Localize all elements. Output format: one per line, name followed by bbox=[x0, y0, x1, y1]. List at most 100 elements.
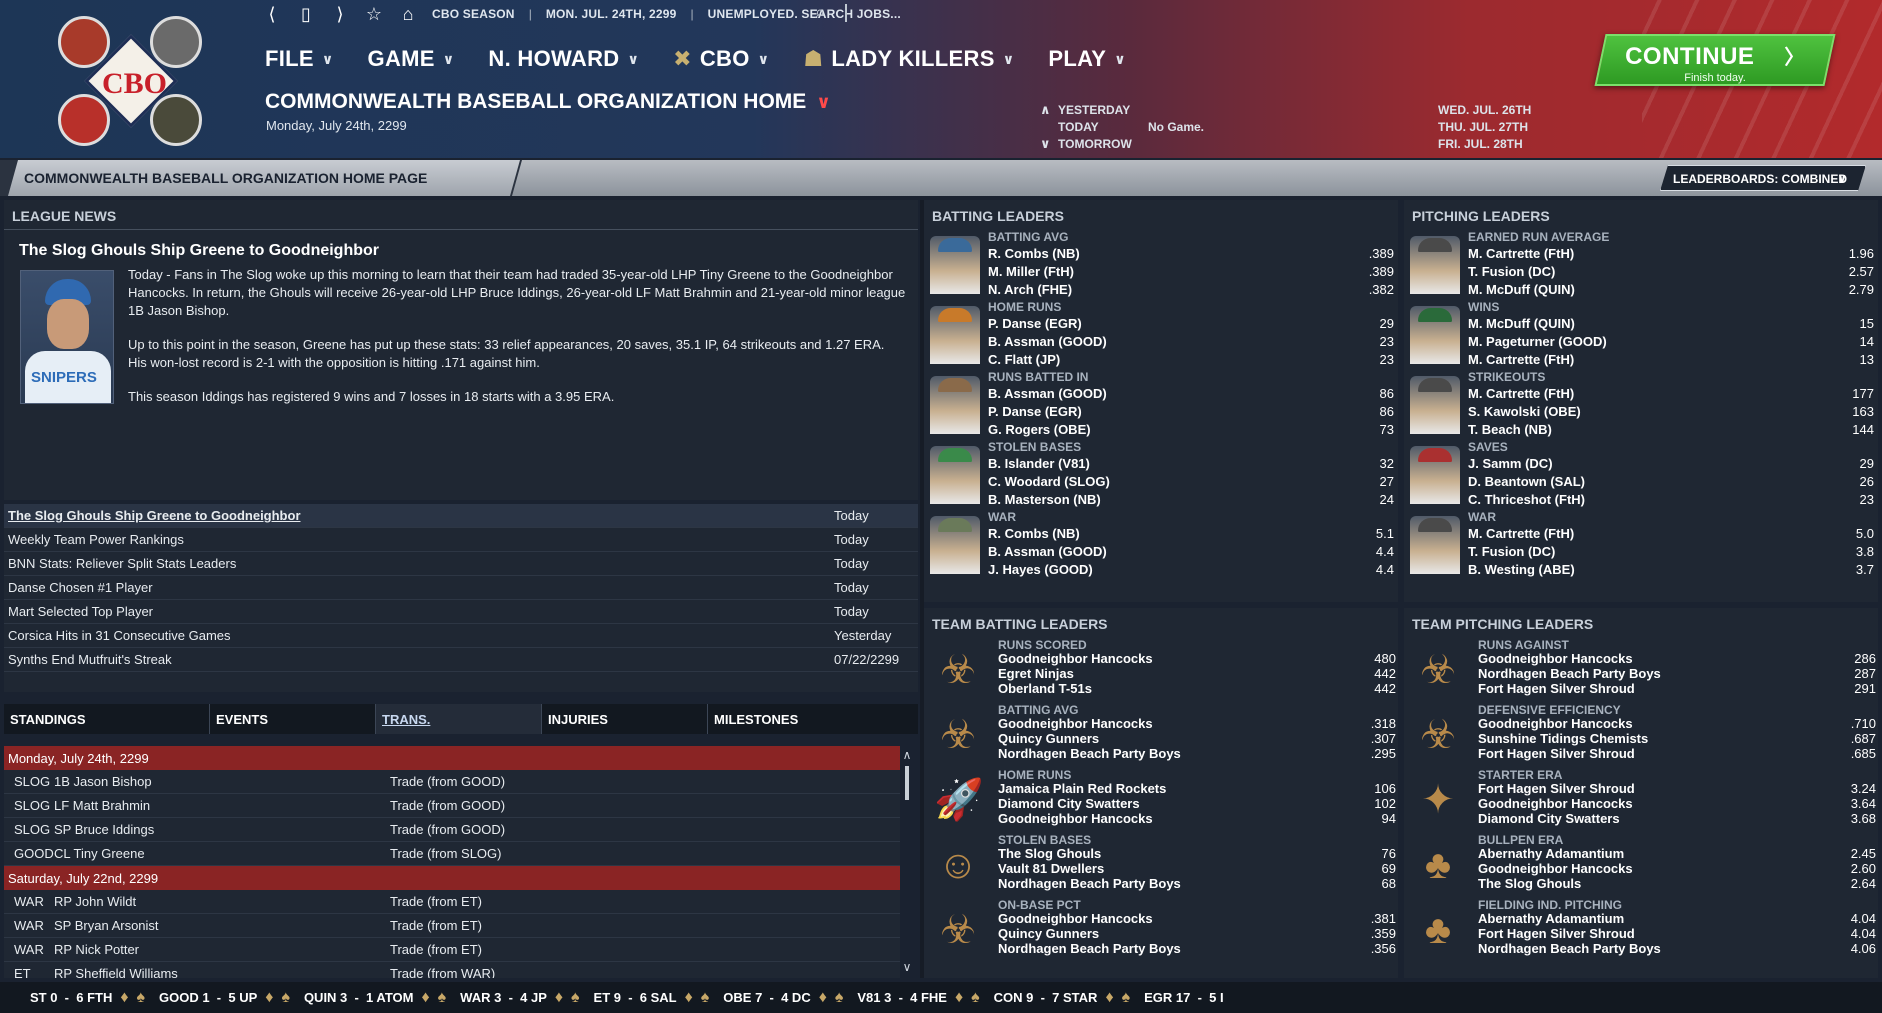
transaction-row[interactable]: SLOG 1B Jason Bishop Trade (from GOOD) bbox=[4, 770, 900, 794]
leader-row[interactable]: B. Islander (V81) 32 bbox=[988, 454, 1394, 472]
tab-transactions[interactable]: TRANS. bbox=[376, 704, 542, 734]
score-item[interactable]: EGR 17 - 5 I bbox=[1144, 990, 1223, 1005]
leader-row[interactable]: M. McDuff (QUIN) 2.79 bbox=[1468, 280, 1874, 298]
score-item[interactable]: OBE 7 - 4 DC ♦ ♠ bbox=[723, 989, 843, 1007]
leader-row[interactable]: B. Assman (GOOD) 23 bbox=[988, 332, 1394, 350]
team-leader-row[interactable]: Jamaica Plain Red Rockets 106 bbox=[998, 781, 1396, 796]
ghoul-icon[interactable]: ☣ bbox=[934, 640, 982, 700]
news-item[interactable]: Mart Selected Top Player Today bbox=[4, 600, 918, 624]
ghoul-icon[interactable]: ☣ bbox=[1414, 705, 1462, 765]
menu-league[interactable]: ✖ CBO ∨ bbox=[673, 46, 769, 72]
team-leader-row[interactable]: Nordhagen Beach Party Boys 68 bbox=[998, 876, 1396, 891]
tab-standings[interactable]: STANDINGS bbox=[4, 704, 210, 734]
leaderboards-dropdown[interactable]: LEADERBOARDS: COMBINED ∨ bbox=[1660, 165, 1866, 191]
leader-row[interactable]: D. Beantown (SAL) 26 bbox=[1468, 472, 1874, 490]
home-page-tab[interactable]: COMMONWEALTH BASEBALL ORGANIZATION HOME … bbox=[8, 160, 520, 196]
page-title[interactable]: COMMONWEALTH BASEBALL ORGANIZATION HOME … bbox=[265, 90, 831, 114]
leader-row[interactable]: N. Arch (FHE) .382 bbox=[988, 280, 1394, 298]
team-leader-row[interactable]: Fort Hagen Silver Shroud .685 bbox=[1478, 746, 1876, 761]
transaction-row[interactable]: WAR RP John Wildt Trade (from ET) bbox=[4, 890, 900, 914]
team-leader-row[interactable]: Goodneighbor Hancocks 2.60 bbox=[1478, 861, 1876, 876]
leader-row[interactable]: M. Cartrette (FtH) 13 bbox=[1468, 350, 1874, 368]
tab-injuries[interactable]: INJURIES bbox=[542, 704, 708, 734]
rocket-icon[interactable]: 🚀 bbox=[934, 770, 984, 830]
team-leader-row[interactable]: Fort Hagen Silver Shroud 3.24 bbox=[1478, 781, 1876, 796]
scroll-thumb[interactable] bbox=[905, 766, 909, 800]
score-item[interactable]: V81 3 - 4 FHE ♦ ♠ bbox=[857, 989, 979, 1007]
player-avatar[interactable] bbox=[1410, 236, 1460, 294]
team-leader-row[interactable]: Goodneighbor Hancocks 3.64 bbox=[1478, 796, 1876, 811]
score-item[interactable]: GOOD 1 - 5 UP ♦ ♠ bbox=[159, 989, 290, 1007]
leader-row[interactable]: S. Kawolski (OBE) 163 bbox=[1468, 402, 1874, 420]
team-leader-row[interactable]: Abernathy Adamantium 4.04 bbox=[1478, 911, 1876, 926]
team-leader-row[interactable]: Nordhagen Beach Party Boys 4.06 bbox=[1478, 941, 1876, 956]
team-leader-row[interactable]: Diamond City Swatters 102 bbox=[998, 796, 1396, 811]
leader-row[interactable]: C. Thriceshot (FtH) 23 bbox=[1468, 490, 1874, 508]
team-leader-row[interactable]: Abernathy Adamantium 2.45 bbox=[1478, 846, 1876, 861]
home-icon[interactable]: ⌂ bbox=[398, 4, 418, 25]
team-leader-row[interactable]: Nordhagen Beach Party Boys .295 bbox=[998, 746, 1396, 761]
scroll-up-icon[interactable]: ∧ bbox=[900, 748, 914, 762]
ghoul-icon[interactable]: ☣ bbox=[934, 705, 982, 765]
adamantium-icon[interactable]: ♣ bbox=[1414, 900, 1462, 960]
leader-row[interactable]: B. Westing (ABE) 3.7 bbox=[1468, 560, 1874, 578]
leader-row[interactable]: T. Fusion (DC) 3.8 bbox=[1468, 542, 1874, 560]
leader-row[interactable]: M. McDuff (QUIN) 15 bbox=[1468, 314, 1874, 332]
leader-row[interactable]: C. Woodard (SLOG) 27 bbox=[988, 472, 1394, 490]
player-avatar[interactable] bbox=[930, 516, 980, 574]
player-avatar[interactable] bbox=[1410, 516, 1460, 574]
team-leader-row[interactable]: Goodneighbor Hancocks 286 bbox=[1478, 651, 1876, 666]
news-item[interactable]: Danse Chosen #1 Player Today bbox=[4, 576, 918, 600]
team-leader-row[interactable]: The Slog Ghouls 2.64 bbox=[1478, 876, 1876, 891]
transaction-row[interactable]: WAR SP Bryan Arsonist Trade (from ET) bbox=[4, 914, 900, 938]
bookmark-icon[interactable]: ▯ bbox=[296, 4, 316, 25]
team-leader-row[interactable]: Goodneighbor Hancocks .381 bbox=[998, 911, 1396, 926]
leader-row[interactable]: B. Assman (GOOD) 86 bbox=[988, 384, 1394, 402]
menu-file[interactable]: FILE ∨ bbox=[265, 46, 334, 72]
team-leader-row[interactable]: Goodneighbor Hancocks .318 bbox=[998, 716, 1396, 731]
news-item[interactable]: Weekly Team Power Rankings Today bbox=[4, 528, 918, 552]
leader-row[interactable]: J. Hayes (GOOD) 4.4 bbox=[988, 560, 1394, 578]
leader-row[interactable]: C. Flatt (JP) 23 bbox=[988, 350, 1394, 368]
chevron-down-icon[interactable]: ∨ bbox=[1040, 136, 1058, 152]
leader-row[interactable]: M. Cartrette (FtH) 5.0 bbox=[1468, 524, 1874, 542]
search-icon[interactable]: ⌕ bbox=[815, 2, 825, 23]
team-leader-row[interactable]: Nordhagen Beach Party Boys .356 bbox=[998, 941, 1396, 956]
player-avatar[interactable] bbox=[930, 446, 980, 504]
vault-boy-icon[interactable]: ☺ bbox=[934, 835, 982, 895]
player-avatar[interactable] bbox=[930, 306, 980, 364]
team-leader-row[interactable]: Quincy Gunners .359 bbox=[998, 926, 1396, 941]
leader-row[interactable]: M. Cartrette (FtH) 177 bbox=[1468, 384, 1874, 402]
menu-game[interactable]: GAME ∨ bbox=[368, 46, 455, 72]
team-leader-row[interactable]: Fort Hagen Silver Shroud 291 bbox=[1478, 681, 1876, 696]
tab-milestones[interactable]: MILESTONES bbox=[708, 704, 918, 734]
leader-row[interactable]: B. Masterson (NB) 24 bbox=[988, 490, 1394, 508]
schedule-row-tomorrow[interactable]: ∨ TOMORROW FRI. JUL. 28TH bbox=[1040, 135, 1531, 152]
search-input[interactable] bbox=[845, 4, 847, 22]
tab-events[interactable]: EVENTS bbox=[210, 704, 376, 734]
player-avatar[interactable] bbox=[1410, 376, 1460, 434]
leader-row[interactable]: G. Rogers (OBE) 73 bbox=[988, 420, 1394, 438]
leader-row[interactable]: M. Miller (FtH) .389 bbox=[988, 262, 1394, 280]
news-item[interactable]: Synths End Mutfruit's Streak 07/22/2299 bbox=[4, 648, 918, 672]
score-item[interactable]: CON 9 - 7 STAR ♦ ♠ bbox=[994, 989, 1130, 1007]
leader-row[interactable]: T. Fusion (DC) 2.57 bbox=[1468, 262, 1874, 280]
menu-team[interactable]: ☗ LADY KILLERS ∨ bbox=[803, 46, 1014, 72]
player-avatar[interactable] bbox=[930, 236, 980, 294]
news-item[interactable]: The Slog Ghouls Ship Greene to Goodneigh… bbox=[4, 504, 918, 528]
continue-button[interactable]: CONTINUE 〉 Finish today. bbox=[1594, 34, 1836, 86]
team-leader-row[interactable]: The Slog Ghouls 76 bbox=[998, 846, 1396, 861]
team-leader-row[interactable]: Goodneighbor Hancocks 94 bbox=[998, 811, 1396, 826]
player-avatar[interactable] bbox=[930, 376, 980, 434]
job-status[interactable]: UNEMPLOYED. SEARCH JOBS... bbox=[708, 7, 901, 21]
team-leader-row[interactable]: Goodneighbor Hancocks 480 bbox=[998, 651, 1396, 666]
cbo-logo[interactable]: CBO bbox=[50, 10, 210, 146]
team-leader-row[interactable]: Egret Ninjas 442 bbox=[998, 666, 1396, 681]
leader-row[interactable]: J. Samm (DC) 29 bbox=[1468, 454, 1874, 472]
team-leader-row[interactable]: Fort Hagen Silver Shroud 4.04 bbox=[1478, 926, 1876, 941]
silver-shroud-icon[interactable]: ✦ bbox=[1414, 770, 1462, 830]
leader-row[interactable]: M. Cartrette (FtH) 1.96 bbox=[1468, 244, 1874, 262]
transaction-row[interactable]: ET RP Sheffield Williams Trade (from WAR) bbox=[4, 962, 900, 978]
menu-play[interactable]: PLAY ∨ bbox=[1048, 46, 1126, 72]
team-leader-row[interactable]: Sunshine Tidings Chemists .687 bbox=[1478, 731, 1876, 746]
